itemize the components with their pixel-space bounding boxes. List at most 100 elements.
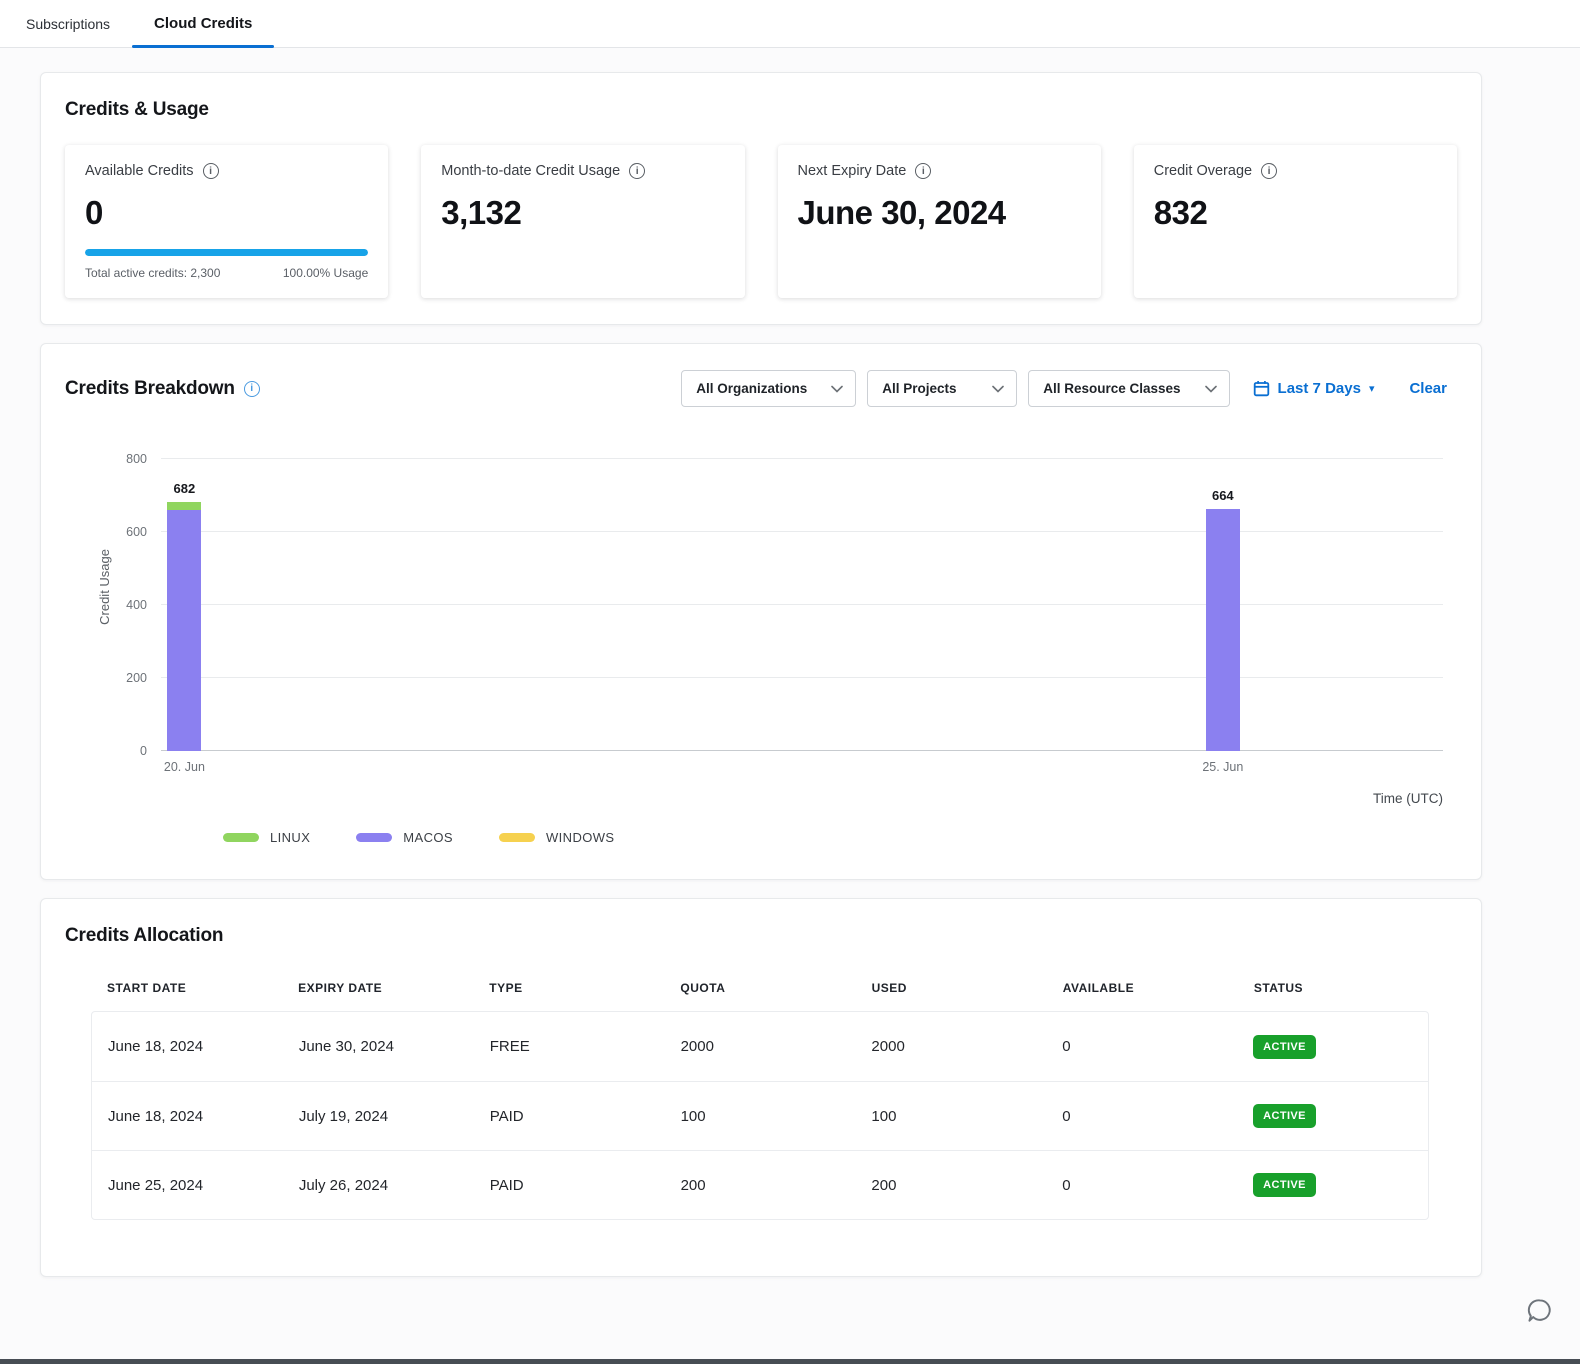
chart-ytick-label: 400 xyxy=(126,598,147,612)
resource-classes-filter-select[interactable]: All Resource Classes xyxy=(1028,370,1229,407)
cell-type: PAID xyxy=(474,1108,665,1125)
cell-expiry-date: July 26, 2024 xyxy=(283,1177,474,1194)
projects-filter-label: All Projects xyxy=(882,381,956,396)
chart-gridline xyxy=(161,677,1443,678)
main-content: Credits & Usage Available Credits i 0 To… xyxy=(0,48,1580,1277)
credit-overage-label: Credit Overage xyxy=(1154,163,1252,179)
credits-breakdown-section: Credits Breakdown i All Organizations Al… xyxy=(40,343,1482,880)
credits-allocation-title: Credits Allocation xyxy=(65,925,1457,947)
usage-percent-label: 100.00% Usage xyxy=(283,266,368,280)
bar-segment-macos xyxy=(1206,509,1240,751)
organizations-filter-select[interactable]: All Organizations xyxy=(681,370,856,407)
date-range-picker[interactable]: Last 7 Days ▾ xyxy=(1253,380,1375,397)
cell-quota: 200 xyxy=(665,1177,856,1194)
stat-card-next-expiry: Next Expiry Date i June 30, 2024 xyxy=(778,145,1101,298)
allocation-table-header: START DATE EXPIRY DATE TYPE QUOTA USED A… xyxy=(91,981,1429,1011)
tab-cloud-credits-label: Cloud Credits xyxy=(154,15,252,32)
available-credits-label: Available Credits xyxy=(85,163,194,179)
chart-ytick-label: 200 xyxy=(126,671,147,685)
bar-segment-macos xyxy=(167,510,201,751)
legend-item-macos: MACOS xyxy=(356,830,453,845)
column-header-start-date: START DATE xyxy=(91,981,282,995)
info-icon[interactable]: i xyxy=(1261,163,1277,179)
legend-swatch xyxy=(356,833,392,842)
cell-start-date: June 18, 2024 xyxy=(92,1038,283,1055)
help-chat-icon[interactable] xyxy=(1526,1298,1554,1324)
chart-plot-area: 020040060080068220. Jun66425. Jun xyxy=(161,459,1443,751)
allocation-table: START DATE EXPIRY DATE TYPE QUOTA USED A… xyxy=(91,981,1429,1220)
cell-start-date: June 18, 2024 xyxy=(92,1108,283,1125)
cell-quota: 100 xyxy=(665,1108,856,1125)
legend-label: WINDOWS xyxy=(546,830,615,845)
clear-filters-button[interactable]: Clear xyxy=(1409,380,1447,397)
status-badge: ACTIVE xyxy=(1253,1104,1316,1128)
cell-used: 200 xyxy=(855,1177,1046,1194)
allocation-table-body: June 18, 2024 June 30, 2024 FREE 2000 20… xyxy=(91,1011,1429,1220)
table-row: June 18, 2024 July 19, 2024 PAID 100 100… xyxy=(92,1081,1428,1150)
chart-gridline xyxy=(161,458,1443,459)
tab-cloud-credits[interactable]: Cloud Credits xyxy=(132,0,274,47)
cell-available: 0 xyxy=(1046,1177,1237,1194)
status-badge: ACTIVE xyxy=(1253,1035,1316,1059)
column-header-available: AVAILABLE xyxy=(1047,981,1238,995)
tab-bar: Subscriptions Cloud Credits xyxy=(0,0,1580,48)
progress-fill xyxy=(85,249,368,256)
tab-subscriptions-label: Subscriptions xyxy=(26,16,110,32)
legend-label: LINUX xyxy=(270,830,310,845)
cell-used: 100 xyxy=(855,1108,1046,1125)
credits-usage-section: Credits & Usage Available Credits i 0 To… xyxy=(40,72,1482,325)
bar-total-label: 682 xyxy=(167,481,201,496)
status-badge: ACTIVE xyxy=(1253,1173,1316,1197)
column-header-status: STATUS xyxy=(1238,981,1429,995)
chart-gridline xyxy=(161,531,1443,532)
chart-gridline xyxy=(161,604,1443,605)
column-header-type: TYPE xyxy=(473,981,664,995)
table-row: June 25, 2024 July 26, 2024 PAID 200 200… xyxy=(92,1150,1428,1219)
chart-ytick-label: 0 xyxy=(140,744,147,758)
info-icon[interactable]: i xyxy=(629,163,645,179)
info-icon[interactable]: i xyxy=(244,381,260,397)
stat-card-row: Available Credits i 0 Total active credi… xyxy=(65,145,1457,298)
chart-bar-25-jun[interactable]: 664 xyxy=(1206,509,1240,751)
column-header-quota: QUOTA xyxy=(664,981,855,995)
credits-usage-title: Credits & Usage xyxy=(65,99,1457,121)
next-expiry-value: June 30, 2024 xyxy=(798,194,1081,232)
legend-item-linux: LINUX xyxy=(223,830,310,845)
organizations-filter-label: All Organizations xyxy=(696,381,807,396)
info-icon[interactable]: i xyxy=(203,163,219,179)
chart-ytick-label: 800 xyxy=(126,452,147,466)
column-header-used: USED xyxy=(856,981,1047,995)
credits-breakdown-title: Credits Breakdown xyxy=(65,378,235,400)
legend-label: MACOS xyxy=(403,830,453,845)
mtd-usage-value: 3,132 xyxy=(441,194,724,232)
cell-start-date: June 25, 2024 xyxy=(92,1177,283,1194)
legend-swatch xyxy=(223,833,259,842)
chart-xtick-label: 20. Jun xyxy=(164,760,205,774)
cell-used: 2000 xyxy=(855,1038,1046,1055)
resource-classes-filter-label: All Resource Classes xyxy=(1043,381,1180,396)
chevron-down-icon xyxy=(1205,385,1217,393)
table-row: June 18, 2024 June 30, 2024 FREE 2000 20… xyxy=(92,1012,1428,1081)
cell-expiry-date: June 30, 2024 xyxy=(283,1038,474,1055)
chart-gridline xyxy=(161,750,1443,751)
chart-y-axis-label: Credit Usage xyxy=(97,549,112,625)
info-icon[interactable]: i xyxy=(915,163,931,179)
cell-quota: 2000 xyxy=(665,1038,856,1055)
caret-down-icon: ▾ xyxy=(1369,382,1375,395)
chevron-down-icon xyxy=(831,385,843,393)
cell-type: PAID xyxy=(474,1177,665,1194)
legend-swatch xyxy=(499,833,535,842)
credit-usage-chart: Credit Usage 020040060080068220. Jun6642… xyxy=(65,459,1457,845)
column-header-expiry-date: EXPIRY DATE xyxy=(282,981,473,995)
tab-subscriptions[interactable]: Subscriptions xyxy=(4,0,132,47)
chart-legend: LINUX MACOS WINDOWS xyxy=(223,830,1443,845)
cell-available: 0 xyxy=(1046,1038,1237,1055)
projects-filter-select[interactable]: All Projects xyxy=(867,370,1017,407)
chart-bar-20-jun[interactable]: 682 xyxy=(167,502,201,751)
date-range-label: Last 7 Days xyxy=(1278,380,1361,397)
legend-item-windows: WINDOWS xyxy=(499,830,615,845)
stat-card-mtd-usage: Month-to-date Credit Usage i 3,132 xyxy=(421,145,744,298)
mtd-usage-label: Month-to-date Credit Usage xyxy=(441,163,620,179)
bar-total-label: 664 xyxy=(1206,488,1240,503)
chart-xtick-label: 25. Jun xyxy=(1202,760,1243,774)
